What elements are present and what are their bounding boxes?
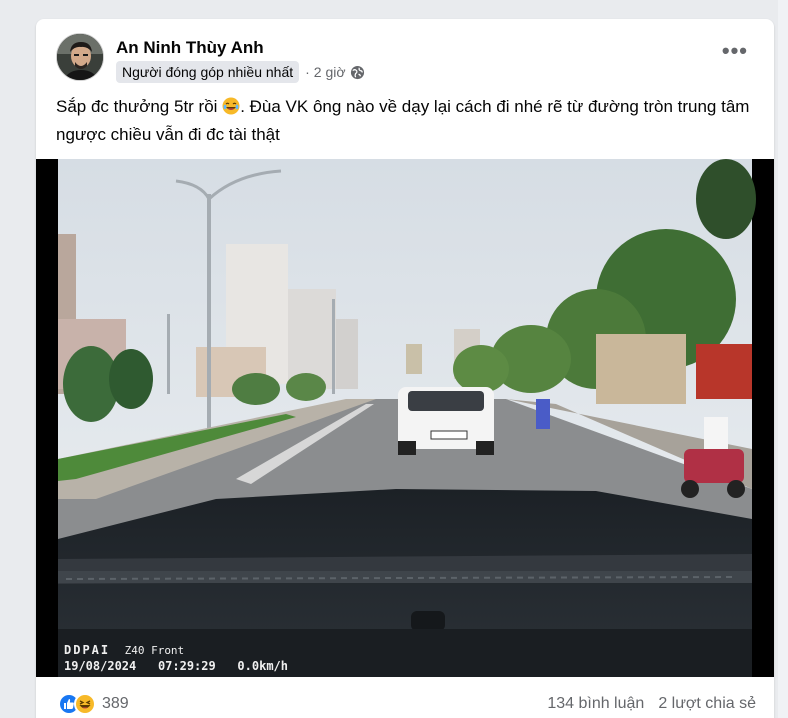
post-stats: 134 bình luận 2 lượt chia sẻ xyxy=(547,695,756,713)
dashcam-date: 19/08/2024 xyxy=(64,659,137,673)
post-meta: Người đóng góp nhiều nhất · 2 giờ xyxy=(116,60,365,84)
dashcam-video[interactable]: DDPAI Z40 Front 19/08/2024 07:29:29 0.0k… xyxy=(36,159,774,677)
comment-count-link[interactable]: 134 bình luận xyxy=(547,695,644,713)
author-name[interactable]: An Ninh Thùy Anh xyxy=(116,38,264,58)
video-frame xyxy=(36,159,774,677)
dashcam-model: Z40 Front xyxy=(124,644,185,657)
post-footer: 389 134 bình luận 2 lượt chia sẻ xyxy=(36,687,774,718)
post-card: An Ninh Thùy Anh Người đóng góp nhiều nh… xyxy=(36,19,774,718)
haha-reaction-icon xyxy=(74,693,96,715)
share-count-link[interactable]: 2 lượt chia sẻ xyxy=(658,695,756,713)
more-options-button[interactable]: ••• xyxy=(722,40,748,62)
contributor-badge[interactable]: Người đóng góp nhiều nhất xyxy=(116,61,300,83)
laughing-crying-emoji-icon xyxy=(222,97,240,122)
dashcam-time: 07:29:29 xyxy=(157,659,216,673)
meta-separator: · xyxy=(305,64,310,80)
dashcam-timestamp-line: 19/08/2024 07:29:29 0.0km/h xyxy=(64,659,288,673)
dashcam-brand-line: DDPAI Z40 Front xyxy=(64,643,184,657)
globe-icon xyxy=(350,65,365,80)
post-time[interactable]: 2 giờ xyxy=(314,64,346,80)
author-avatar[interactable] xyxy=(56,33,104,81)
post-header: An Ninh Thùy Anh Người đóng góp nhiều nh… xyxy=(36,19,774,99)
post-text: Sắp đc thưởng 5tr rồi . Đùa VK ông nào v… xyxy=(56,94,756,147)
dashcam-brand: DDPAI xyxy=(64,643,111,657)
dashcam-speed: 0.0km/h xyxy=(237,659,288,673)
page-scrollbar[interactable] xyxy=(778,0,788,718)
post-text-start: Sắp đc thưởng 5tr rồi xyxy=(56,97,218,116)
reaction-summary[interactable]: 389 xyxy=(58,693,129,715)
reaction-count: 389 xyxy=(102,695,129,712)
